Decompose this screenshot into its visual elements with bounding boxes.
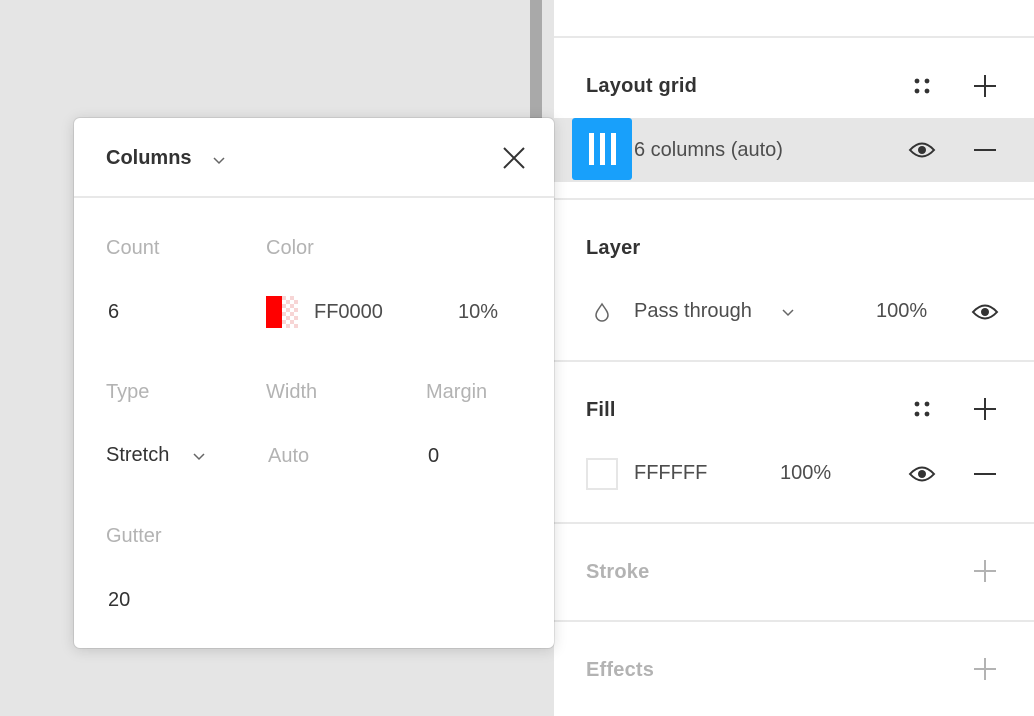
- fill-color-swatch[interactable]: [586, 458, 618, 490]
- type-label: Type: [106, 381, 150, 403]
- eye-icon: [908, 142, 936, 158]
- fill-opacity-value[interactable]: 100%: [780, 462, 831, 485]
- close-popover-button[interactable]: [498, 142, 530, 174]
- popover-header: Columns: [74, 118, 554, 198]
- gutter-label: Gutter: [106, 525, 162, 547]
- grid-type-select-value: Stretch: [106, 444, 170, 466]
- grid-color-swatch[interactable]: [266, 296, 298, 328]
- add-stroke-button[interactable]: [969, 555, 1001, 587]
- plus-icon: [974, 398, 996, 420]
- chevron-down-icon: [213, 157, 225, 165]
- blend-mode-value: Pass through: [634, 300, 752, 322]
- section-divider: [554, 620, 1034, 622]
- grid-type-select[interactable]: Stretch: [106, 444, 216, 472]
- drop-icon: [595, 302, 609, 322]
- style-dots-icon: [914, 401, 930, 417]
- color-label: Color: [266, 237, 314, 259]
- minus-icon: [974, 473, 996, 475]
- fill-styles-button[interactable]: [906, 393, 938, 425]
- section-divider: [554, 198, 1034, 200]
- grid-color-hex-input[interactable]: FF0000: [314, 301, 383, 324]
- section-divider: [554, 360, 1034, 362]
- blend-mode-icon-wrap: [586, 296, 618, 328]
- margin-label: Margin: [426, 381, 488, 403]
- layout-grid-title: Layout grid: [586, 75, 698, 97]
- stroke-title: Stroke: [586, 561, 650, 583]
- fill-hex-value[interactable]: FFFFFF: [634, 462, 707, 485]
- layout-grid-item[interactable]: 6 columns (auto): [554, 118, 1034, 182]
- grid-type-dropdown[interactable]: Columns: [106, 144, 236, 174]
- remove-layout-grid-button[interactable]: [969, 134, 1001, 166]
- margin-input[interactable]: 0: [428, 445, 439, 468]
- count-label: Count: [106, 237, 160, 259]
- layout-grid-settings-popover: Columns Count Color 6 FF0000 10% Type Wi…: [74, 118, 554, 648]
- columns-grid-icon[interactable]: [572, 118, 632, 180]
- plus-icon: [974, 75, 996, 97]
- minus-icon: [974, 149, 996, 151]
- count-input[interactable]: 6: [108, 301, 119, 324]
- grid-color-opacity-input[interactable]: 10%: [458, 301, 498, 324]
- close-icon: [503, 147, 525, 169]
- add-effect-button[interactable]: [969, 653, 1001, 685]
- layout-grid-visibility-toggle[interactable]: [906, 134, 938, 166]
- layout-grid-styles-button[interactable]: [906, 70, 938, 102]
- section-divider: [554, 36, 1034, 38]
- add-fill-button[interactable]: [969, 393, 1001, 425]
- style-dots-icon: [914, 78, 930, 94]
- add-layout-grid-button[interactable]: [969, 70, 1001, 102]
- chevron-down-icon: [193, 453, 205, 461]
- fill-title: Fill: [586, 399, 616, 421]
- fill-visibility-toggle[interactable]: [906, 458, 938, 490]
- remove-fill-button[interactable]: [969, 458, 1001, 490]
- eye-icon: [908, 466, 936, 482]
- gutter-input[interactable]: 20: [108, 589, 130, 612]
- grid-type-value: Columns: [106, 147, 192, 169]
- section-divider: [554, 522, 1034, 524]
- blend-mode-dropdown[interactable]: Pass through: [634, 300, 804, 328]
- width-input[interactable]: Auto: [268, 445, 309, 468]
- effects-title: Effects: [586, 659, 655, 681]
- plus-icon: [974, 658, 996, 680]
- plus-icon: [974, 560, 996, 582]
- width-label: Width: [266, 381, 318, 403]
- layer-title: Layer: [586, 237, 641, 259]
- layer-opacity-value[interactable]: 100%: [876, 300, 927, 323]
- chevron-down-icon: [782, 309, 794, 317]
- layer-visibility-toggle[interactable]: [969, 296, 1001, 328]
- properties-panel: Layout grid 6 columns (auto) Layer Pass …: [554, 0, 1034, 716]
- layout-grid-item-label: 6 columns (auto): [634, 139, 783, 161]
- eye-icon: [971, 304, 999, 320]
